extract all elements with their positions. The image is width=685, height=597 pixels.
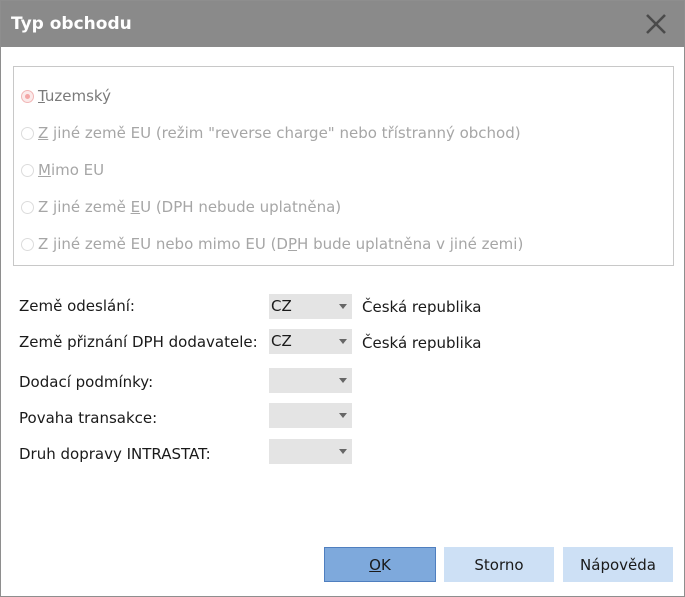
radio-eu-no-vat[interactable]: Z jiné země EU (DPH nebude uplatněna) — [21, 197, 341, 217]
radio-label: Tuzemský — [38, 87, 111, 105]
trade-type-dialog: Typ obchodu Tuzemský Z jiné země EU (rež… — [0, 0, 685, 597]
delivery-terms-select[interactable] — [269, 368, 352, 393]
radio-eu-reverse-charge[interactable]: Z jiné země EU (režim "reverse charge" n… — [21, 123, 521, 143]
chevron-down-icon — [339, 304, 347, 309]
radio-vat-other-country[interactable]: Z jiné země EU nebo mimo EU (DPH bude up… — [21, 234, 523, 254]
dispatch-country-value: CZ — [271, 297, 292, 315]
chevron-down-icon — [339, 449, 347, 454]
transport-mode-label: Druh dopravy INTRASTAT: — [19, 445, 211, 463]
vat-country-select[interactable]: CZ — [269, 329, 352, 354]
radio-button[interactable] — [21, 200, 34, 214]
radio-outside-eu[interactable]: Mimo EU — [21, 160, 104, 180]
dialog-title: Typ obchodu — [11, 14, 132, 34]
ok-button[interactable]: OK — [324, 547, 436, 582]
help-button[interactable]: Nápověda — [563, 547, 673, 582]
title-bar: Typ obchodu — [1, 1, 684, 47]
radio-domestic[interactable]: Tuzemský — [21, 86, 111, 106]
close-icon — [646, 14, 666, 34]
dispatch-country-name: Česká republika — [362, 298, 482, 316]
transaction-nature-select[interactable] — [269, 403, 352, 428]
close-button[interactable] — [639, 9, 669, 39]
radio-button[interactable] — [21, 126, 34, 140]
vat-country-label: Země přiznání DPH dodavatele: — [19, 333, 258, 351]
cancel-button[interactable]: Storno — [444, 547, 554, 582]
chevron-down-icon — [339, 378, 347, 383]
vat-country-value: CZ — [271, 332, 292, 350]
radio-button[interactable] — [21, 237, 34, 251]
radio-label: Mimo EU — [38, 161, 105, 179]
chevron-down-icon — [339, 413, 347, 418]
radio-button[interactable] — [21, 163, 34, 177]
chevron-down-icon — [339, 339, 347, 344]
transaction-nature-label: Povaha transakce: — [19, 409, 158, 427]
delivery-terms-label: Dodací podmínky: — [19, 373, 154, 391]
vat-country-name: Česká republika — [362, 334, 482, 352]
radio-label: Z jiné země EU (režim "reverse charge" n… — [38, 124, 521, 142]
dispatch-country-label: Země odeslání: — [19, 297, 135, 315]
radio-button[interactable] — [21, 89, 34, 103]
dispatch-country-select[interactable]: CZ — [269, 294, 352, 319]
transport-mode-select[interactable] — [269, 439, 352, 464]
radio-label: Z jiné země EU (DPH nebude uplatněna) — [38, 198, 342, 216]
radio-label: Z jiné země EU nebo mimo EU (DPH bude up… — [38, 235, 524, 253]
